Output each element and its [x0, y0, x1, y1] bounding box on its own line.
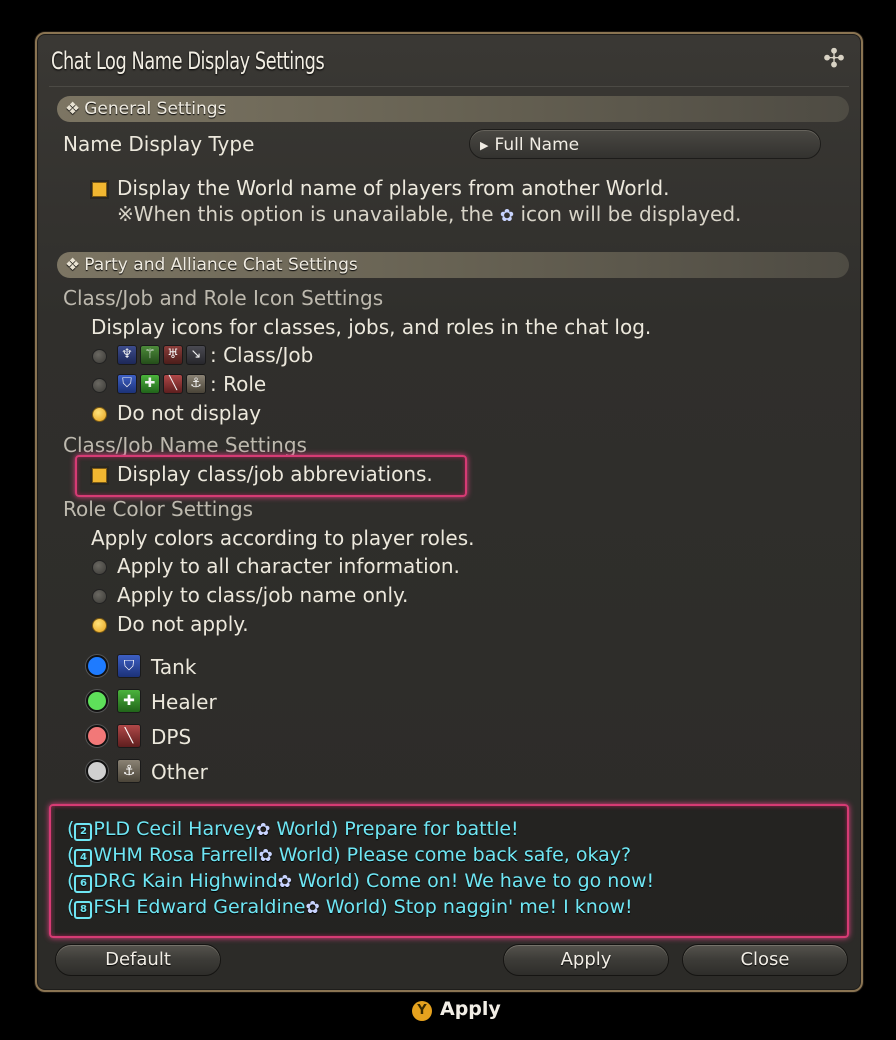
- world-visit-icon: ✿: [499, 206, 515, 226]
- world-name-checkbox[interactable]: [92, 182, 107, 197]
- title-bar[interactable]: Chat Log Name Display Settings ✣: [49, 42, 849, 82]
- preview-highlight: [49, 804, 849, 938]
- controller-hint: Y Apply: [412, 998, 501, 1021]
- party-settings-header: ❖ Party and Alliance Chat Settings: [57, 252, 849, 278]
- play-arrow-icon: ▶: [480, 139, 489, 152]
- tank-label: Tank: [151, 655, 197, 679]
- y-button-icon: Y: [412, 1001, 432, 1021]
- white-mage-icon: ⚚: [140, 345, 160, 365]
- icon-classjob-label: : Class/Job: [210, 343, 314, 367]
- icon-settings-desc: Display icons for classes, jobs, and rol…: [91, 315, 652, 339]
- tank-color-swatch[interactable]: [86, 655, 108, 677]
- name-display-type-value: Full Name: [494, 135, 580, 155]
- role-color-settings-title: Role Color Settings: [63, 497, 254, 521]
- color-name-only-radio[interactable]: [92, 589, 107, 604]
- icon-settings-title: Class/Job and Role Icon Settings: [63, 286, 384, 310]
- icon-none-label: Do not display: [117, 401, 262, 425]
- other-label: Other: [151, 760, 208, 784]
- color-none-label: Do not apply.: [117, 612, 249, 636]
- world-note: ※When this option is unavailable, the ✿ …: [117, 202, 741, 226]
- fisher-icon: ↘: [186, 345, 206, 365]
- apply-button[interactable]: Apply: [503, 944, 669, 976]
- name-display-type-dropdown[interactable]: ▶ Full Name: [469, 129, 821, 159]
- tank-role-icon: ⛉: [117, 374, 137, 394]
- other-color-swatch[interactable]: [86, 760, 108, 782]
- color-all-radio[interactable]: [92, 560, 107, 575]
- abbreviation-label: Display class/job abbreviations.: [117, 462, 433, 486]
- settings-window: Chat Log Name Display Settings ✣ ❖ Genera…: [35, 32, 863, 992]
- icon-none-radio[interactable]: [92, 407, 107, 422]
- diamond-icon: ❖: [65, 99, 81, 119]
- classjob-name-settings-title: Class/Job Name Settings: [63, 433, 307, 457]
- world-name-label: Display the World name of players from a…: [117, 176, 670, 200]
- party-settings-title: Party and Alliance Chat Settings: [84, 255, 358, 275]
- general-settings-title: General Settings: [84, 99, 227, 119]
- dps-label: DPS: [151, 725, 192, 749]
- dragoon-icon: ♅: [163, 345, 183, 365]
- name-display-type-label: Name Display Type: [63, 132, 255, 156]
- healer-label: Healer: [151, 690, 217, 714]
- healer-role-icon: ✚: [140, 374, 160, 394]
- paladin-icon: ♆: [117, 345, 137, 365]
- default-button[interactable]: Default: [55, 944, 221, 976]
- other-role-icon: ⚓: [117, 759, 141, 783]
- title-divider: [49, 86, 849, 87]
- world-note-before: ※When this option is unavailable, the: [117, 202, 494, 226]
- dps-role-icon: ╲: [117, 724, 141, 748]
- close-icon[interactable]: ✣: [819, 44, 849, 74]
- dps-role-icon: ╲: [163, 374, 183, 394]
- general-settings-header: ❖ General Settings: [57, 96, 849, 122]
- abbreviation-checkbox[interactable]: [92, 468, 107, 483]
- other-role-icon: ⚓: [186, 374, 206, 394]
- icon-role-label: : Role: [210, 372, 267, 396]
- healer-color-swatch[interactable]: [86, 690, 108, 712]
- hint-label: Apply: [440, 998, 501, 1020]
- icon-role-radio[interactable]: [92, 378, 107, 393]
- window-title: Chat Log Name Display Settings: [51, 47, 325, 75]
- color-name-only-label: Apply to class/job name only.: [117, 583, 409, 607]
- tank-role-icon: ⛉: [117, 654, 141, 678]
- icon-classjob-radio[interactable]: [92, 349, 107, 364]
- role-color-desc: Apply colors according to player roles.: [91, 526, 475, 550]
- world-note-after: icon will be displayed.: [520, 202, 742, 226]
- dps-color-swatch[interactable]: [86, 725, 108, 747]
- color-all-label: Apply to all character information.: [117, 554, 460, 578]
- close-button[interactable]: Close: [682, 944, 848, 976]
- color-none-radio[interactable]: [92, 618, 107, 633]
- diamond-icon: ❖: [65, 255, 81, 275]
- healer-role-icon: ✚: [117, 689, 141, 713]
